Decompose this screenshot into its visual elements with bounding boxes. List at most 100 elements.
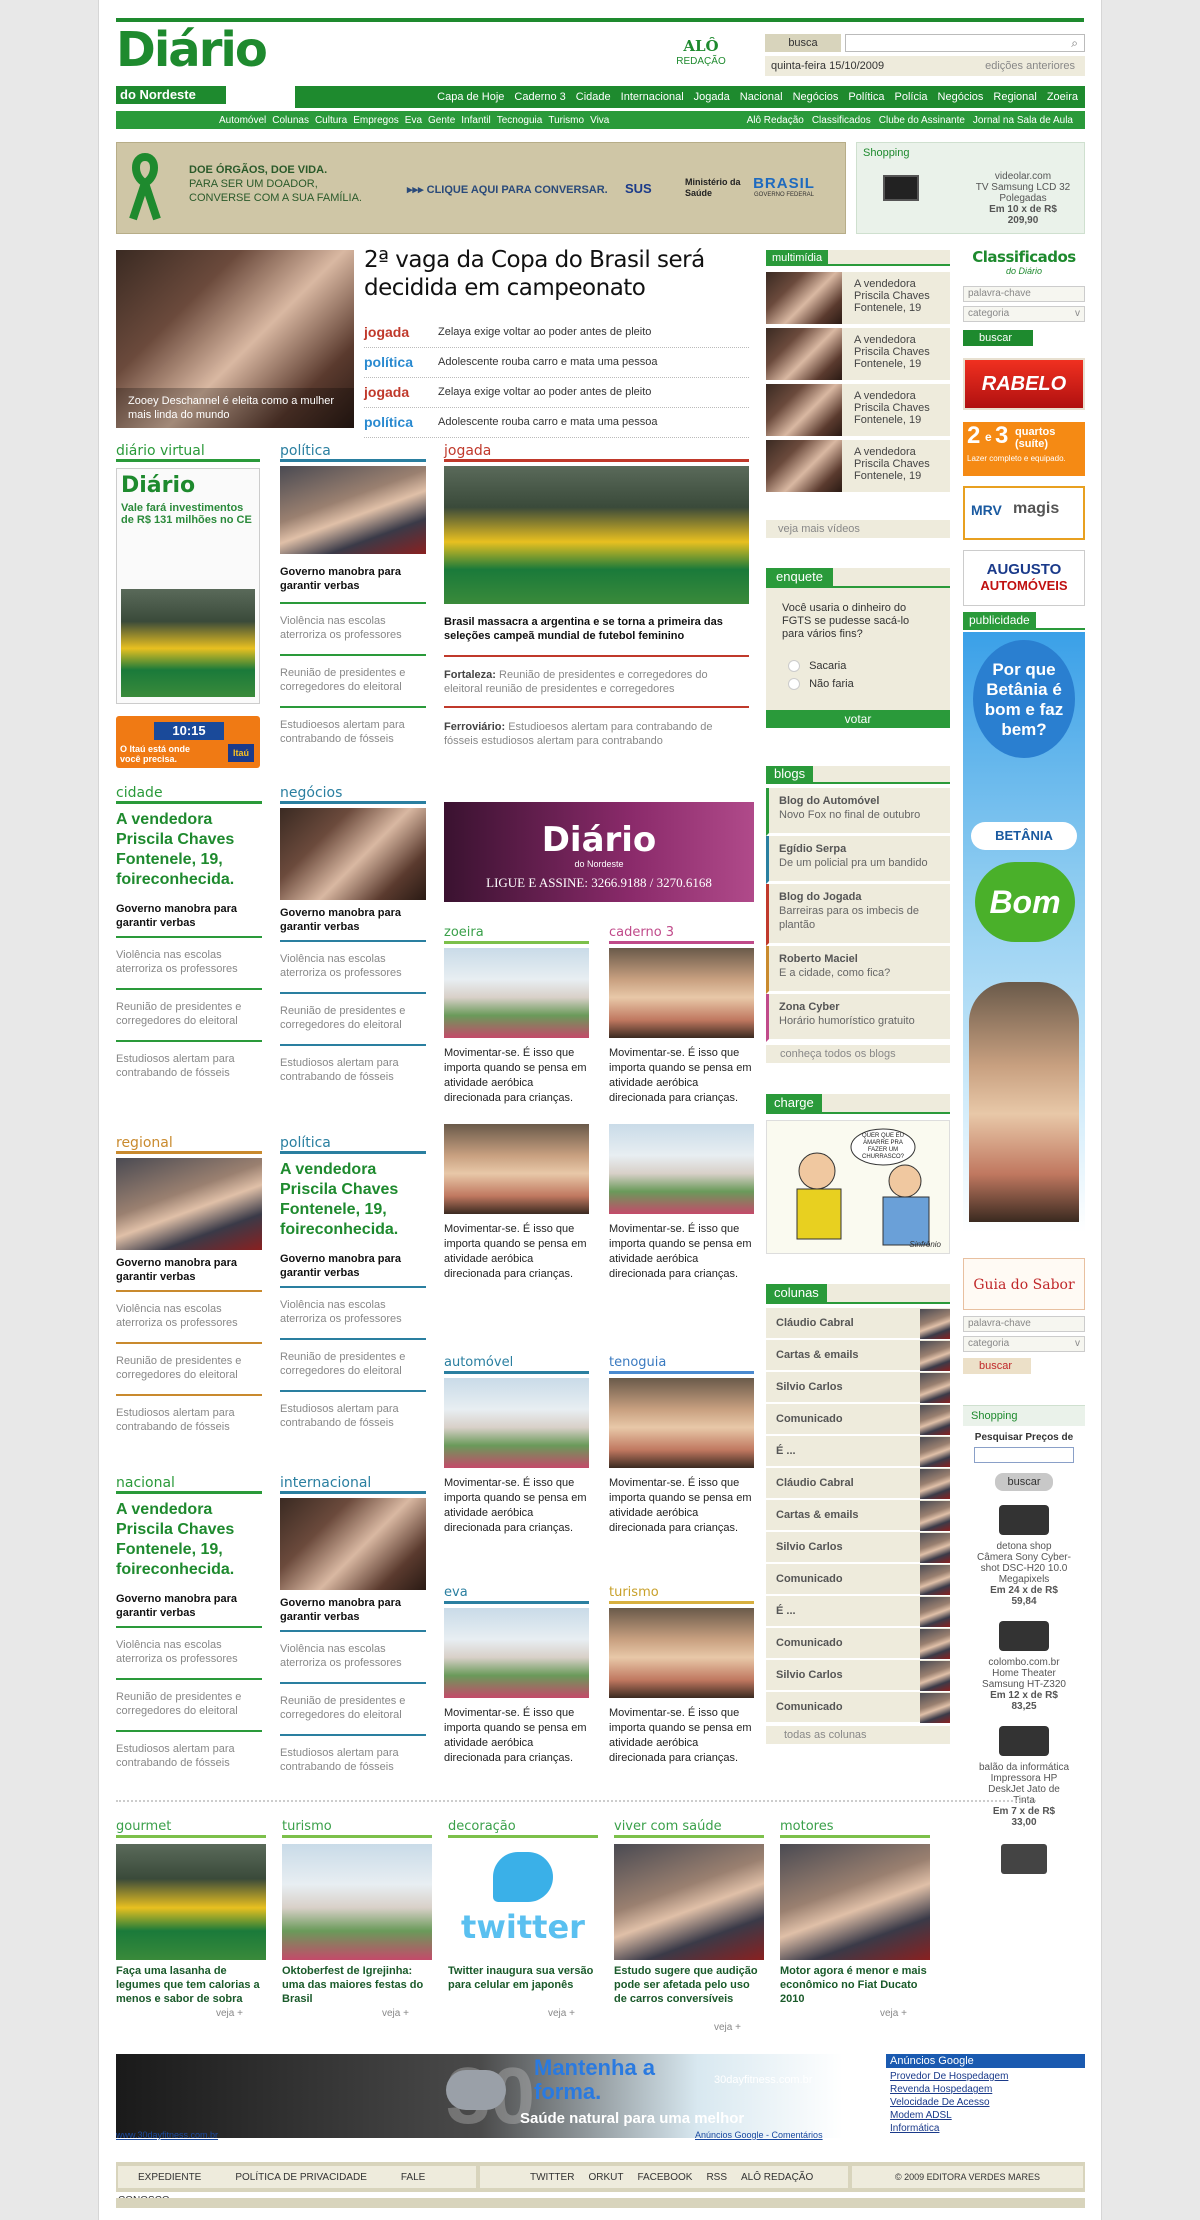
google-ads-title[interactable]: Anúncios Google	[886, 2054, 1085, 2068]
subnav-item[interactable]: Colunas	[269, 112, 312, 130]
nav-item[interactable]: Política	[843, 86, 889, 108]
multimidia-item[interactable]: A vendedora Priscila Chaves Fontenele, 1…	[766, 384, 950, 440]
column-item[interactable]: Silvio Carlos	[766, 1660, 950, 1692]
bottom-text[interactable]: Twitter inaugura sua versão para celular…	[448, 1964, 598, 1992]
alo-redacao-link[interactable]: ALÔ REDAÇÃO	[671, 36, 731, 76]
footer-link[interactable]: ORKUT	[588, 2172, 623, 2183]
small-photo[interactable]	[609, 1608, 754, 1698]
see-more-link[interactable]: veja +	[216, 2008, 243, 2019]
section-tenoguia[interactable]: tenoguia	[609, 1354, 754, 1374]
shopping-top[interactable]: Shopping videolar.com TV Samsung LCD 32 …	[856, 142, 1085, 234]
subnav-item[interactable]: Eva	[402, 112, 425, 130]
block-sub[interactable]: Estudiosos alertam para contrabando de f…	[280, 1056, 426, 1084]
twitter-bird-icon[interactable]: twitter	[448, 1844, 598, 1960]
see-more-link[interactable]: veja +	[880, 2008, 907, 2019]
bottom-text[interactable]: Faça uma lasanha de legumes que tem calo…	[116, 1964, 266, 2006]
more-videos-link[interactable]: veja mais vídeos	[766, 520, 950, 538]
footer-link[interactable]: TWITTER	[530, 2172, 574, 2183]
section-decoração[interactable]: decoração	[448, 1818, 598, 1838]
subnav-item[interactable]: Clube do Assinante	[875, 112, 969, 130]
multimidia-item[interactable]: A vendedora Priscila Chaves Fontenele, 1…	[766, 328, 950, 384]
politica-s3[interactable]: Estudioesos alertam para contrabando de …	[280, 718, 426, 746]
nav-item[interactable]: Internacional	[616, 86, 689, 108]
jogada-photo[interactable]	[444, 466, 749, 604]
classificados-logo[interactable]: Classificados do Diário	[963, 248, 1085, 276]
enquete-title[interactable]: enquete	[766, 568, 833, 586]
section-diario-virtual[interactable]: diário virtual	[116, 442, 260, 462]
blog-item[interactable]: Blog do Jogada Barreiras para os imbecis …	[766, 884, 950, 946]
block-sub[interactable]: Violência nas escolas aterroriza os prof…	[116, 948, 262, 976]
jogada-item-1[interactable]: Fortaleza: Reunião de presidentes e corr…	[444, 668, 749, 696]
block-lead[interactable]: A vendedora Priscila Chaves Fontenele, 1…	[280, 1160, 426, 1240]
small-photo[interactable]	[444, 1608, 589, 1698]
block-sub[interactable]: Estudiosos alertam para contrabando de f…	[116, 1406, 262, 1434]
column-item[interactable]: Comunicado	[766, 1404, 950, 1436]
google-comments[interactable]: Anúncios Google - Comentários	[695, 2130, 823, 2140]
block-sub[interactable]: Violência nas escolas aterroriza os prof…	[280, 952, 426, 980]
google-ad-link[interactable]: Velocidade De Acesso	[890, 2096, 1085, 2109]
small-photo[interactable]	[444, 1378, 589, 1468]
section-cidade[interactable]: cidade	[116, 784, 262, 804]
subnav-item[interactable]: Turismo	[545, 112, 587, 130]
itau-banner[interactable]: 10:15 O Itaú está onde você precisa. Ita…	[116, 716, 260, 768]
lead-photo[interactable]: Zooey Deschannel é eleita como a mulher …	[116, 250, 354, 428]
small-text[interactable]: Movimentar-se. É isso que importa quando…	[609, 1476, 754, 1536]
column-item[interactable]: Comunicado	[766, 1564, 950, 1596]
block-head[interactable]: Governo manobra para garantir verbas	[280, 1596, 426, 1624]
small-text[interactable]: Movimentar-se. É isso que importa quando…	[444, 1706, 589, 1766]
block-sub[interactable]: Reunião de presidentes e corregedores do…	[280, 1694, 426, 1722]
section-internacional[interactable]: internacional	[280, 1474, 426, 1494]
blog-item[interactable]: Zona Cyber Horário humorístico gratuito	[766, 994, 950, 1042]
column-item[interactable]: É ...	[766, 1596, 950, 1628]
block-sub[interactable]: Reunião de presidentes e corregedores do…	[280, 1350, 426, 1378]
section-política[interactable]: política	[280, 1134, 426, 1154]
see-more-link[interactable]: veja +	[548, 2008, 575, 2019]
subnav-item[interactable]: Viva	[587, 112, 612, 130]
section-turismo[interactable]: turismo	[609, 1584, 754, 1604]
small-text[interactable]: Movimentar-se. É isso que importa quando…	[609, 1706, 754, 1766]
rabelo-ad[interactable]: RABELO	[963, 358, 1085, 410]
block-sub[interactable]: Reunião de presidentes e corregedores do…	[116, 1690, 262, 1718]
enquete-option-2[interactable]: Não faria	[788, 678, 854, 691]
column-item[interactable]: Cartas & emails	[766, 1500, 950, 1532]
fitness-url[interactable]: www.30dayfitness.com.br	[116, 2130, 218, 2140]
fitness-ad[interactable]: 30 Mantenha a forma. 30dayfitness.com.br…	[116, 2054, 843, 2138]
column-item[interactable]: Silvio Carlos	[766, 1532, 950, 1564]
enquete-option-1[interactable]: Sacaria	[788, 660, 846, 673]
lead-list-item[interactable]: jogada Zelaya exige voltar ao poder antes…	[364, 318, 749, 348]
shopping-product[interactable]: balão da informática Impressora HP DeskJe…	[963, 1726, 1085, 1828]
footer-link[interactable]: RSS	[706, 2172, 727, 2183]
lead-headline[interactable]: 2ª vaga da Copa do Brasil será decidida …	[364, 246, 749, 302]
column-item[interactable]: Cláudio Cabral	[766, 1308, 950, 1340]
diario-subscribe-ad[interactable]: Diário do Nordeste LIGUE E ASSINE: 3266.…	[444, 802, 754, 902]
google-ad-link[interactable]: Informática	[890, 2122, 1085, 2135]
block-sub[interactable]: Estudiosos alertam para contrabando de f…	[116, 1052, 262, 1080]
classificados-category-select[interactable]: categoria v	[963, 306, 1085, 322]
all-columns-link[interactable]: todas as colunas	[766, 1726, 950, 1744]
block-head[interactable]: Governo manobra para garantir verbas	[116, 1256, 262, 1284]
subnav-item[interactable]: Classificados	[808, 112, 875, 130]
section-negócios[interactable]: negócios	[280, 784, 426, 804]
subnav-item[interactable]: Infantil	[458, 112, 493, 130]
politica-head[interactable]: Governo manobra para garantir verbas	[280, 565, 426, 593]
small-photo[interactable]	[609, 1378, 754, 1468]
mrv-magis-ad[interactable]: MRV magis	[963, 486, 1085, 540]
block-sub[interactable]: Reunião de presidentes e corregedores do…	[116, 1354, 262, 1382]
radio-icon[interactable]	[788, 678, 800, 691]
block-sub[interactable]: Violência nas escolas aterroriza os prof…	[116, 1638, 262, 1666]
section-caderno 3[interactable]: caderno 3	[609, 924, 754, 944]
classificados-keyword-input[interactable]: palavra-chave	[963, 286, 1085, 302]
politica-photo[interactable]	[280, 466, 426, 554]
section-motores[interactable]: motores	[780, 1818, 930, 1838]
small-photo[interactable]	[444, 1124, 589, 1214]
column-item[interactable]: É ...	[766, 1436, 950, 1468]
lead-list-item[interactable]: jogada Zelaya exige voltar ao poder antes…	[364, 378, 749, 408]
guia-sabor-logo[interactable]: Guia do Sabor	[963, 1258, 1085, 1310]
politica-s2[interactable]: Reunião de presidentes e corregedores do…	[280, 666, 426, 694]
small-photo[interactable]	[444, 948, 589, 1038]
guia-keyword-input[interactable]: palavra-chave	[963, 1316, 1085, 1332]
organ-donation-banner[interactable]: DOE ÓRGÃOS, DOE VIDA. PARA SER UM DOADOR…	[116, 142, 846, 234]
small-text[interactable]: Movimentar-se. É isso que importa quando…	[444, 1476, 589, 1536]
multimidia-item[interactable]: A vendedora Priscila Chaves Fontenele, 1…	[766, 440, 950, 496]
section-regional[interactable]: regional	[116, 1134, 262, 1154]
